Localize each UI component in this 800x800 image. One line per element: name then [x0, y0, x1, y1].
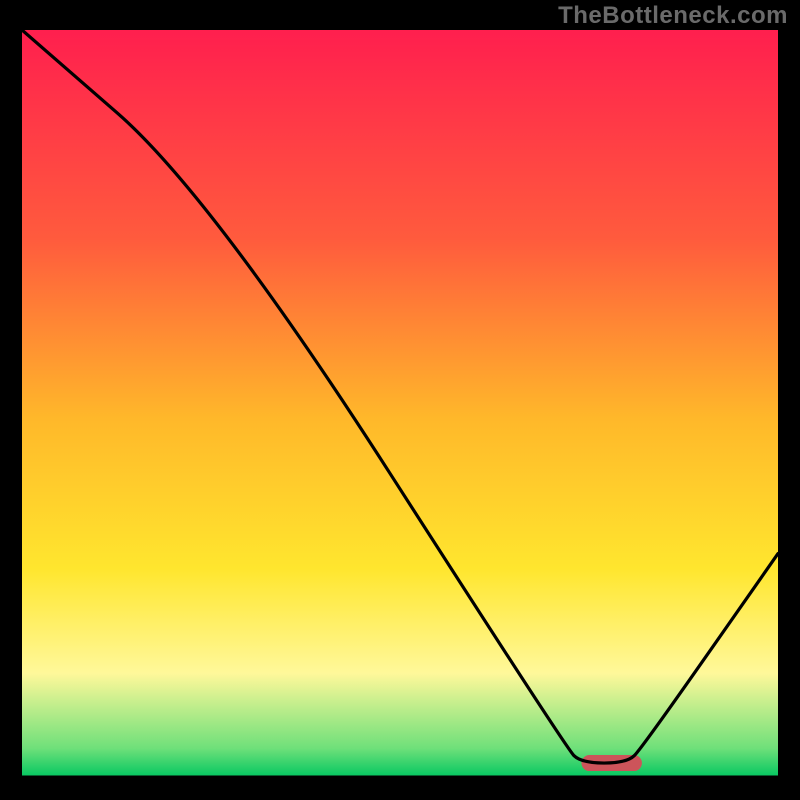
plot-background — [22, 30, 778, 778]
watermark-label: TheBottleneck.com — [558, 2, 788, 30]
chart-frame: TheBottleneck.com — [0, 0, 800, 800]
bottleneck-plot — [22, 30, 778, 778]
